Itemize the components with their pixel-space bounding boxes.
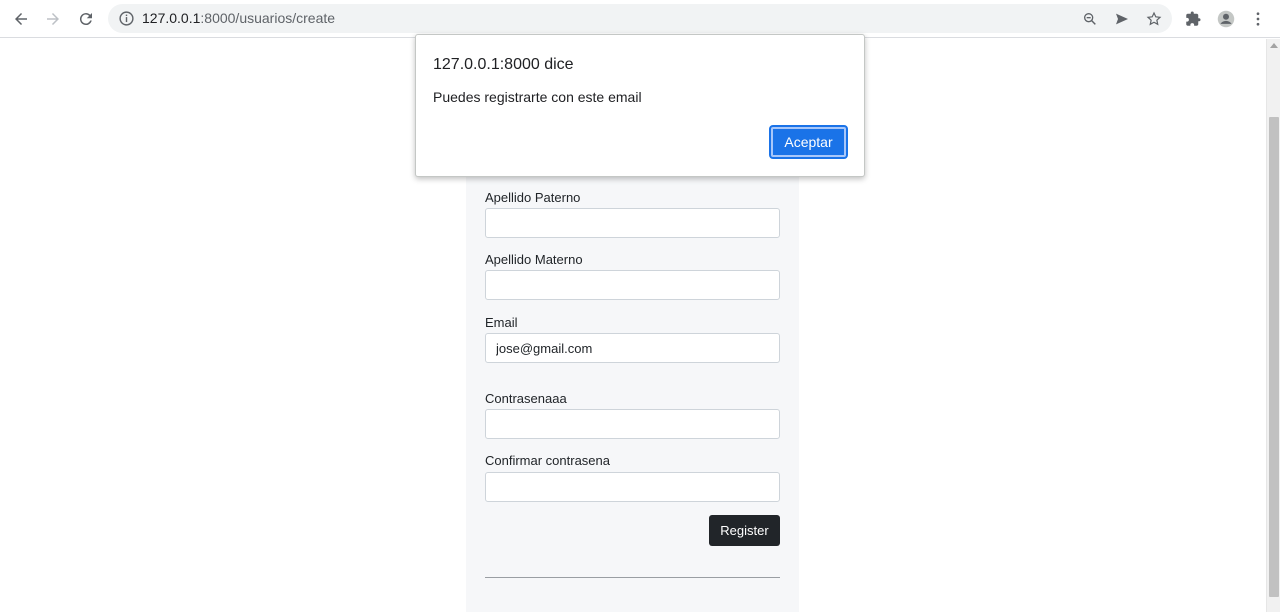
reload-icon[interactable]: [72, 5, 100, 33]
menu-dots-icon[interactable]: [1244, 5, 1272, 33]
confirm-password-label: Confirmar contrasena: [485, 453, 610, 468]
back-arrow-icon[interactable]: [7, 5, 35, 33]
scrollbar-thumb[interactable]: [1269, 117, 1279, 597]
dialog-message: Puedes registrarte con este email: [433, 89, 642, 105]
url-text[interactable]: 127.0.0.1:8000/usuarios/create: [142, 10, 335, 26]
extensions-icon[interactable]: [1179, 5, 1207, 33]
password-label: Contrasenaaa: [485, 391, 567, 406]
profile-icon[interactable]: [1212, 5, 1240, 33]
zoom-icon[interactable]: [1080, 9, 1100, 29]
browser-toolbar: 127.0.0.1:8000/usuarios/create: [0, 0, 1280, 38]
star-icon[interactable]: [1144, 9, 1164, 29]
email-label: Email: [485, 315, 518, 330]
forward-arrow-icon[interactable]: [39, 5, 67, 33]
email-input[interactable]: [485, 333, 780, 363]
url-path: :8000/usuarios/create: [200, 10, 336, 26]
confirm-password-input[interactable]: [485, 472, 780, 502]
url-host: 127.0.0.1: [142, 10, 201, 26]
page-scrollbar[interactable]: [1266, 39, 1280, 612]
address-bar[interactable]: 127.0.0.1:8000/usuarios/create: [108, 4, 1172, 33]
apellido-materno-label: Apellido Materno: [485, 252, 583, 267]
apellido-materno-input[interactable]: [485, 270, 780, 300]
apellido-paterno-label: Apellido Paterno: [485, 190, 581, 205]
info-icon[interactable]: [118, 10, 135, 27]
apellido-paterno-input[interactable]: [485, 208, 780, 238]
scroll-up-arrow-icon[interactable]: [1270, 43, 1278, 48]
register-button[interactable]: Register: [709, 515, 780, 546]
alert-dialog: 127.0.0.1:8000 dice Puedes registrarte c…: [415, 34, 865, 177]
send-icon[interactable]: [1112, 9, 1132, 29]
dialog-accept-button[interactable]: Aceptar: [769, 125, 848, 159]
password-input[interactable]: [485, 409, 780, 439]
divider: [485, 577, 780, 578]
dialog-title: 127.0.0.1:8000 dice: [433, 56, 574, 73]
